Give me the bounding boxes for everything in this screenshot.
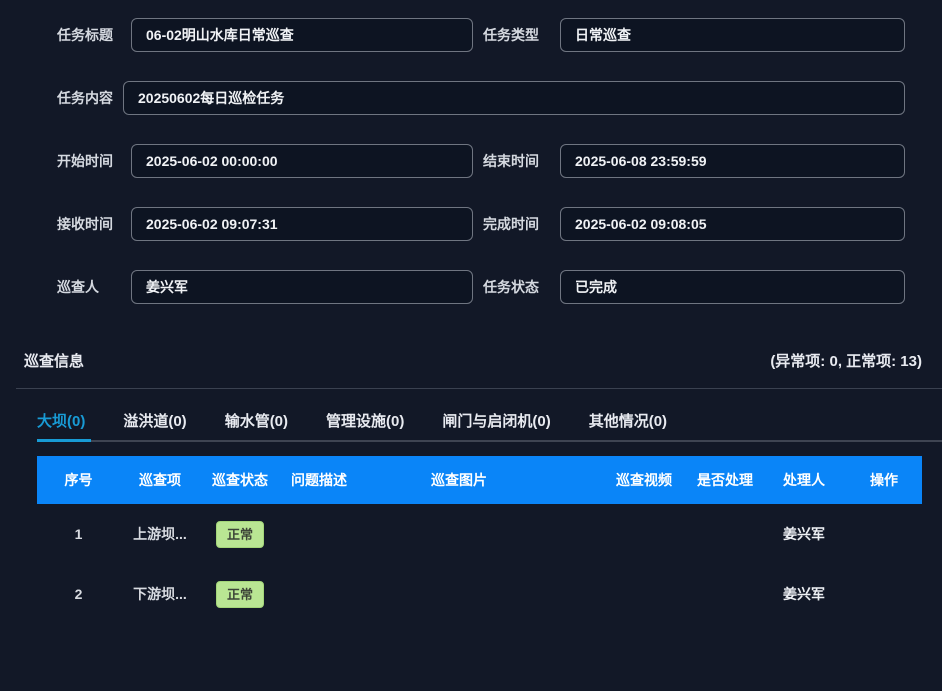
inspector-label: 巡查人 (57, 277, 131, 297)
header-handled: 是否处理 (688, 470, 762, 490)
task-detail-form: 任务标题 06-02明山水库日常巡查 任务类型 日常巡查 任务内容 202506… (0, 0, 942, 304)
table-row: 1 上游坝... 正常 姜兴军 (37, 504, 922, 564)
form-row-1: 任务标题 06-02明山水库日常巡查 任务类型 日常巡查 (0, 18, 942, 52)
task-status-label: 任务状态 (483, 277, 560, 297)
section-title: 巡查信息 (24, 350, 84, 371)
tab-spillway[interactable]: 溢洪道(0) (123, 410, 186, 440)
inspector-input[interactable]: 姜兴军 (131, 270, 473, 304)
header-no: 序号 (37, 470, 120, 490)
cell-handler: 姜兴军 (762, 584, 846, 604)
cell-no: 2 (37, 586, 120, 602)
inspection-table: 序号 巡查项 巡查状态 问题描述 巡查图片 巡查视频 是否处理 处理人 操作 1… (37, 456, 922, 624)
cell-item: 上游坝... (120, 524, 200, 544)
status-badge: 正常 (216, 521, 264, 548)
tab-other[interactable]: 其他情况(0) (589, 410, 667, 440)
header-status: 巡查状态 (200, 470, 280, 490)
cell-status: 正常 (200, 581, 280, 608)
header-item: 巡查项 (120, 470, 200, 490)
receive-time-input[interactable]: 2025-06-02 09:07:31 (131, 207, 473, 241)
inspection-info-header: 巡查信息 (异常项: 0, 正常项: 13) (0, 350, 942, 371)
form-row-3: 开始时间 2025-06-02 00:00:00 结束时间 2025-06-08… (0, 144, 942, 178)
task-type-label: 任务类型 (483, 25, 560, 45)
cell-status: 正常 (200, 521, 280, 548)
table-row: 2 下游坝... 正常 姜兴军 (37, 564, 922, 624)
task-content-label: 任务内容 (57, 88, 123, 108)
header-action: 操作 (846, 470, 922, 490)
form-row-2: 任务内容 20250602每日巡检任务 (0, 81, 942, 115)
header-problem: 问题描述 (280, 470, 420, 490)
tab-management-facility[interactable]: 管理设施(0) (326, 410, 404, 440)
task-status-input[interactable]: 已完成 (560, 270, 905, 304)
tab-water-pipe[interactable]: 输水管(0) (225, 410, 288, 440)
task-title-input[interactable]: 06-02明山水库日常巡查 (131, 18, 473, 52)
header-image: 巡查图片 (420, 470, 600, 490)
status-badge: 正常 (216, 581, 264, 608)
form-row-4: 接收时间 2025-06-02 09:07:31 完成时间 2025-06-02… (0, 207, 942, 241)
finish-time-input[interactable]: 2025-06-02 09:08:05 (560, 207, 905, 241)
task-type-input[interactable]: 日常巡查 (560, 18, 905, 52)
end-time-input[interactable]: 2025-06-08 23:59:59 (560, 144, 905, 178)
finish-time-label: 完成时间 (483, 214, 560, 234)
start-time-input[interactable]: 2025-06-02 00:00:00 (131, 144, 473, 178)
form-row-5: 巡查人 姜兴军 任务状态 已完成 (0, 270, 942, 304)
tab-dam[interactable]: 大坝(0) (37, 410, 85, 440)
task-content-input[interactable]: 20250602每日巡检任务 (123, 81, 905, 115)
task-title-label: 任务标题 (57, 25, 131, 45)
cell-item: 下游坝... (120, 584, 200, 604)
header-video: 巡查视频 (600, 470, 688, 490)
start-time-label: 开始时间 (57, 151, 131, 171)
cell-no: 1 (37, 526, 120, 542)
category-tabs: 大坝(0) 溢洪道(0) 输水管(0) 管理设施(0) 闸门与启闭机(0) 其他… (37, 389, 942, 442)
tab-gate-hoist[interactable]: 闸门与启闭机(0) (442, 410, 550, 440)
table-header-row: 序号 巡查项 巡查状态 问题描述 巡查图片 巡查视频 是否处理 处理人 操作 (37, 456, 922, 504)
receive-time-label: 接收时间 (57, 214, 131, 234)
end-time-label: 结束时间 (483, 151, 560, 171)
cell-handler: 姜兴军 (762, 524, 846, 544)
item-count-summary: (异常项: 0, 正常项: 13) (770, 350, 922, 371)
header-handler: 处理人 (762, 470, 846, 490)
